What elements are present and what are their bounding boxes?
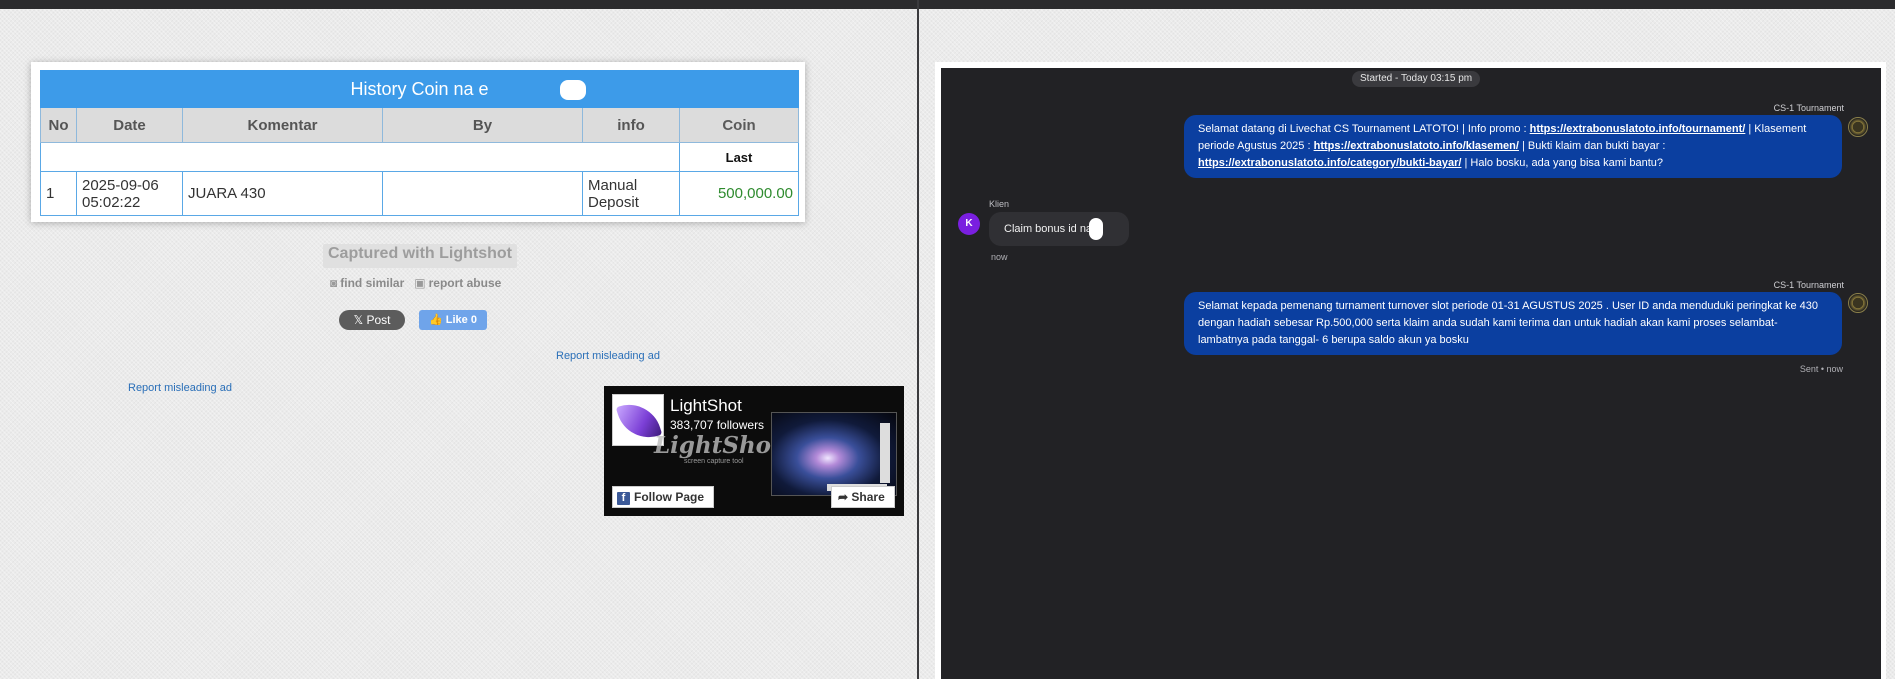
facebook-icon: f	[617, 492, 630, 505]
column-header-coin: Coin	[678, 107, 800, 143]
x-post-button[interactable]: 𝕏 Post	[339, 310, 405, 330]
camera-icon: ◙	[330, 276, 338, 290]
chat-started-badge: Started - Today 03:15 pm	[1352, 71, 1481, 87]
livechat-window: Started - Today 03:15 pm CS-1 Tournament…	[941, 68, 1881, 679]
find-similar-label: find similar	[340, 276, 405, 290]
window-divider	[917, 0, 919, 679]
column-header-no: No	[40, 107, 77, 143]
find-similar-link[interactable]: ◙ find similar	[330, 276, 404, 290]
agent-message-winner: Selamat kepada pemenang turnament turnov…	[1184, 292, 1842, 355]
facebook-like-label: Like 0	[445, 314, 477, 326]
subheader-spacer	[40, 142, 680, 172]
cell-info-line2: Deposit	[588, 193, 639, 211]
table-title: History Coin na e	[39, 70, 800, 108]
report-abuse-label: report abuse	[428, 276, 502, 290]
cell-date: 2025-09-06 05:02:22	[76, 171, 183, 216]
report-misleading-ad-link[interactable]: Report misleading ad	[556, 350, 660, 362]
redaction-mark	[1089, 218, 1103, 240]
client-name: Klien	[989, 199, 1010, 209]
share-button[interactable]: ➦ Share	[831, 486, 895, 508]
cell-no: 1	[40, 171, 77, 216]
client-message: Claim bonus id na e	[989, 212, 1129, 246]
screenshot-image: History Coin na e No Date Komentar By in…	[31, 62, 805, 222]
fb-followers-count: 383,707 followers	[670, 418, 765, 432]
klasemen-link[interactable]: https://extrabonuslatoto.info/klasemen/	[1314, 140, 1519, 152]
cell-coin: 500,000.00	[678, 171, 800, 216]
top-strip	[0, 0, 1895, 9]
follow-page-button[interactable]: f Follow Page	[612, 486, 714, 508]
message-sent-status: Sent • now	[1799, 364, 1843, 374]
follow-page-label: Follow Page	[634, 490, 705, 504]
x-icon: 𝕏	[353, 313, 367, 327]
fb-page-name[interactable]: LightShot	[670, 396, 742, 416]
column-header-info: info	[582, 107, 680, 143]
bukti-bayar-link[interactable]: https://extrabonuslatoto.info/category/b…	[1198, 157, 1461, 169]
agent-name: CS-1 Tournament	[1773, 103, 1844, 113]
report-misleading-ad-link-2[interactable]: Report misleading ad	[128, 382, 232, 394]
cell-info: Manual Deposit	[582, 171, 680, 216]
agent-name: CS-1 Tournament	[1773, 280, 1844, 290]
client-avatar: K	[958, 213, 980, 235]
history-coin-table: History Coin na e No Date Komentar By in…	[39, 70, 800, 216]
cell-komentar: JUARA 430	[182, 171, 383, 216]
cell-date-day: 2025-09-06	[82, 176, 159, 194]
image-tools: ◙ find similar ▣ report abuse	[330, 276, 501, 290]
msg-text: Selamat datang di Livechat CS Tournament…	[1198, 123, 1530, 135]
facebook-like-button[interactable]: 👍 Like 0	[419, 310, 487, 330]
trash-icon: ▣	[414, 276, 426, 290]
fb-brand-logo-text: LightShot	[654, 432, 782, 459]
share-icon: ➦	[838, 490, 852, 504]
agent-message-welcome: Selamat datang di Livechat CS Tournament…	[1184, 115, 1842, 178]
captured-with-lightshot-label: Captured with Lightshot	[323, 244, 517, 268]
x-post-label: Post	[366, 313, 391, 327]
client-message-time: now	[991, 252, 1008, 262]
subheader-last: Last	[678, 142, 800, 172]
column-header-by: By	[382, 107, 583, 143]
cell-date-time: 05:02:22	[82, 193, 141, 211]
agent-avatar	[1848, 293, 1868, 313]
table-row: 1 2025-09-06 05:02:22 JUARA 430 Manual D…	[40, 171, 800, 216]
thumbs-up-icon: 👍	[429, 314, 446, 326]
msg-text: | Bukti klaim dan bukti bayar :	[1518, 140, 1666, 152]
tournament-link[interactable]: https://extrabonuslatoto.info/tournament…	[1530, 123, 1746, 135]
fb-brand-tagline: screen capture tool	[684, 458, 744, 465]
cell-by	[382, 171, 583, 216]
agent-avatar	[1848, 117, 1868, 137]
column-header-komentar: Komentar	[182, 107, 383, 143]
report-abuse-link[interactable]: ▣ report abuse	[414, 276, 501, 290]
redaction-mark	[560, 80, 586, 100]
share-label: Share	[851, 490, 885, 504]
facebook-page-widget: LightShot 383,707 followers LightShot sc…	[604, 386, 904, 516]
msg-text: | Halo bosku, ada yang bisa kami bantu?	[1461, 157, 1664, 169]
cell-info-line1: Manual	[588, 176, 638, 194]
column-header-date: Date	[76, 107, 183, 143]
fb-cover-preview	[771, 412, 897, 496]
